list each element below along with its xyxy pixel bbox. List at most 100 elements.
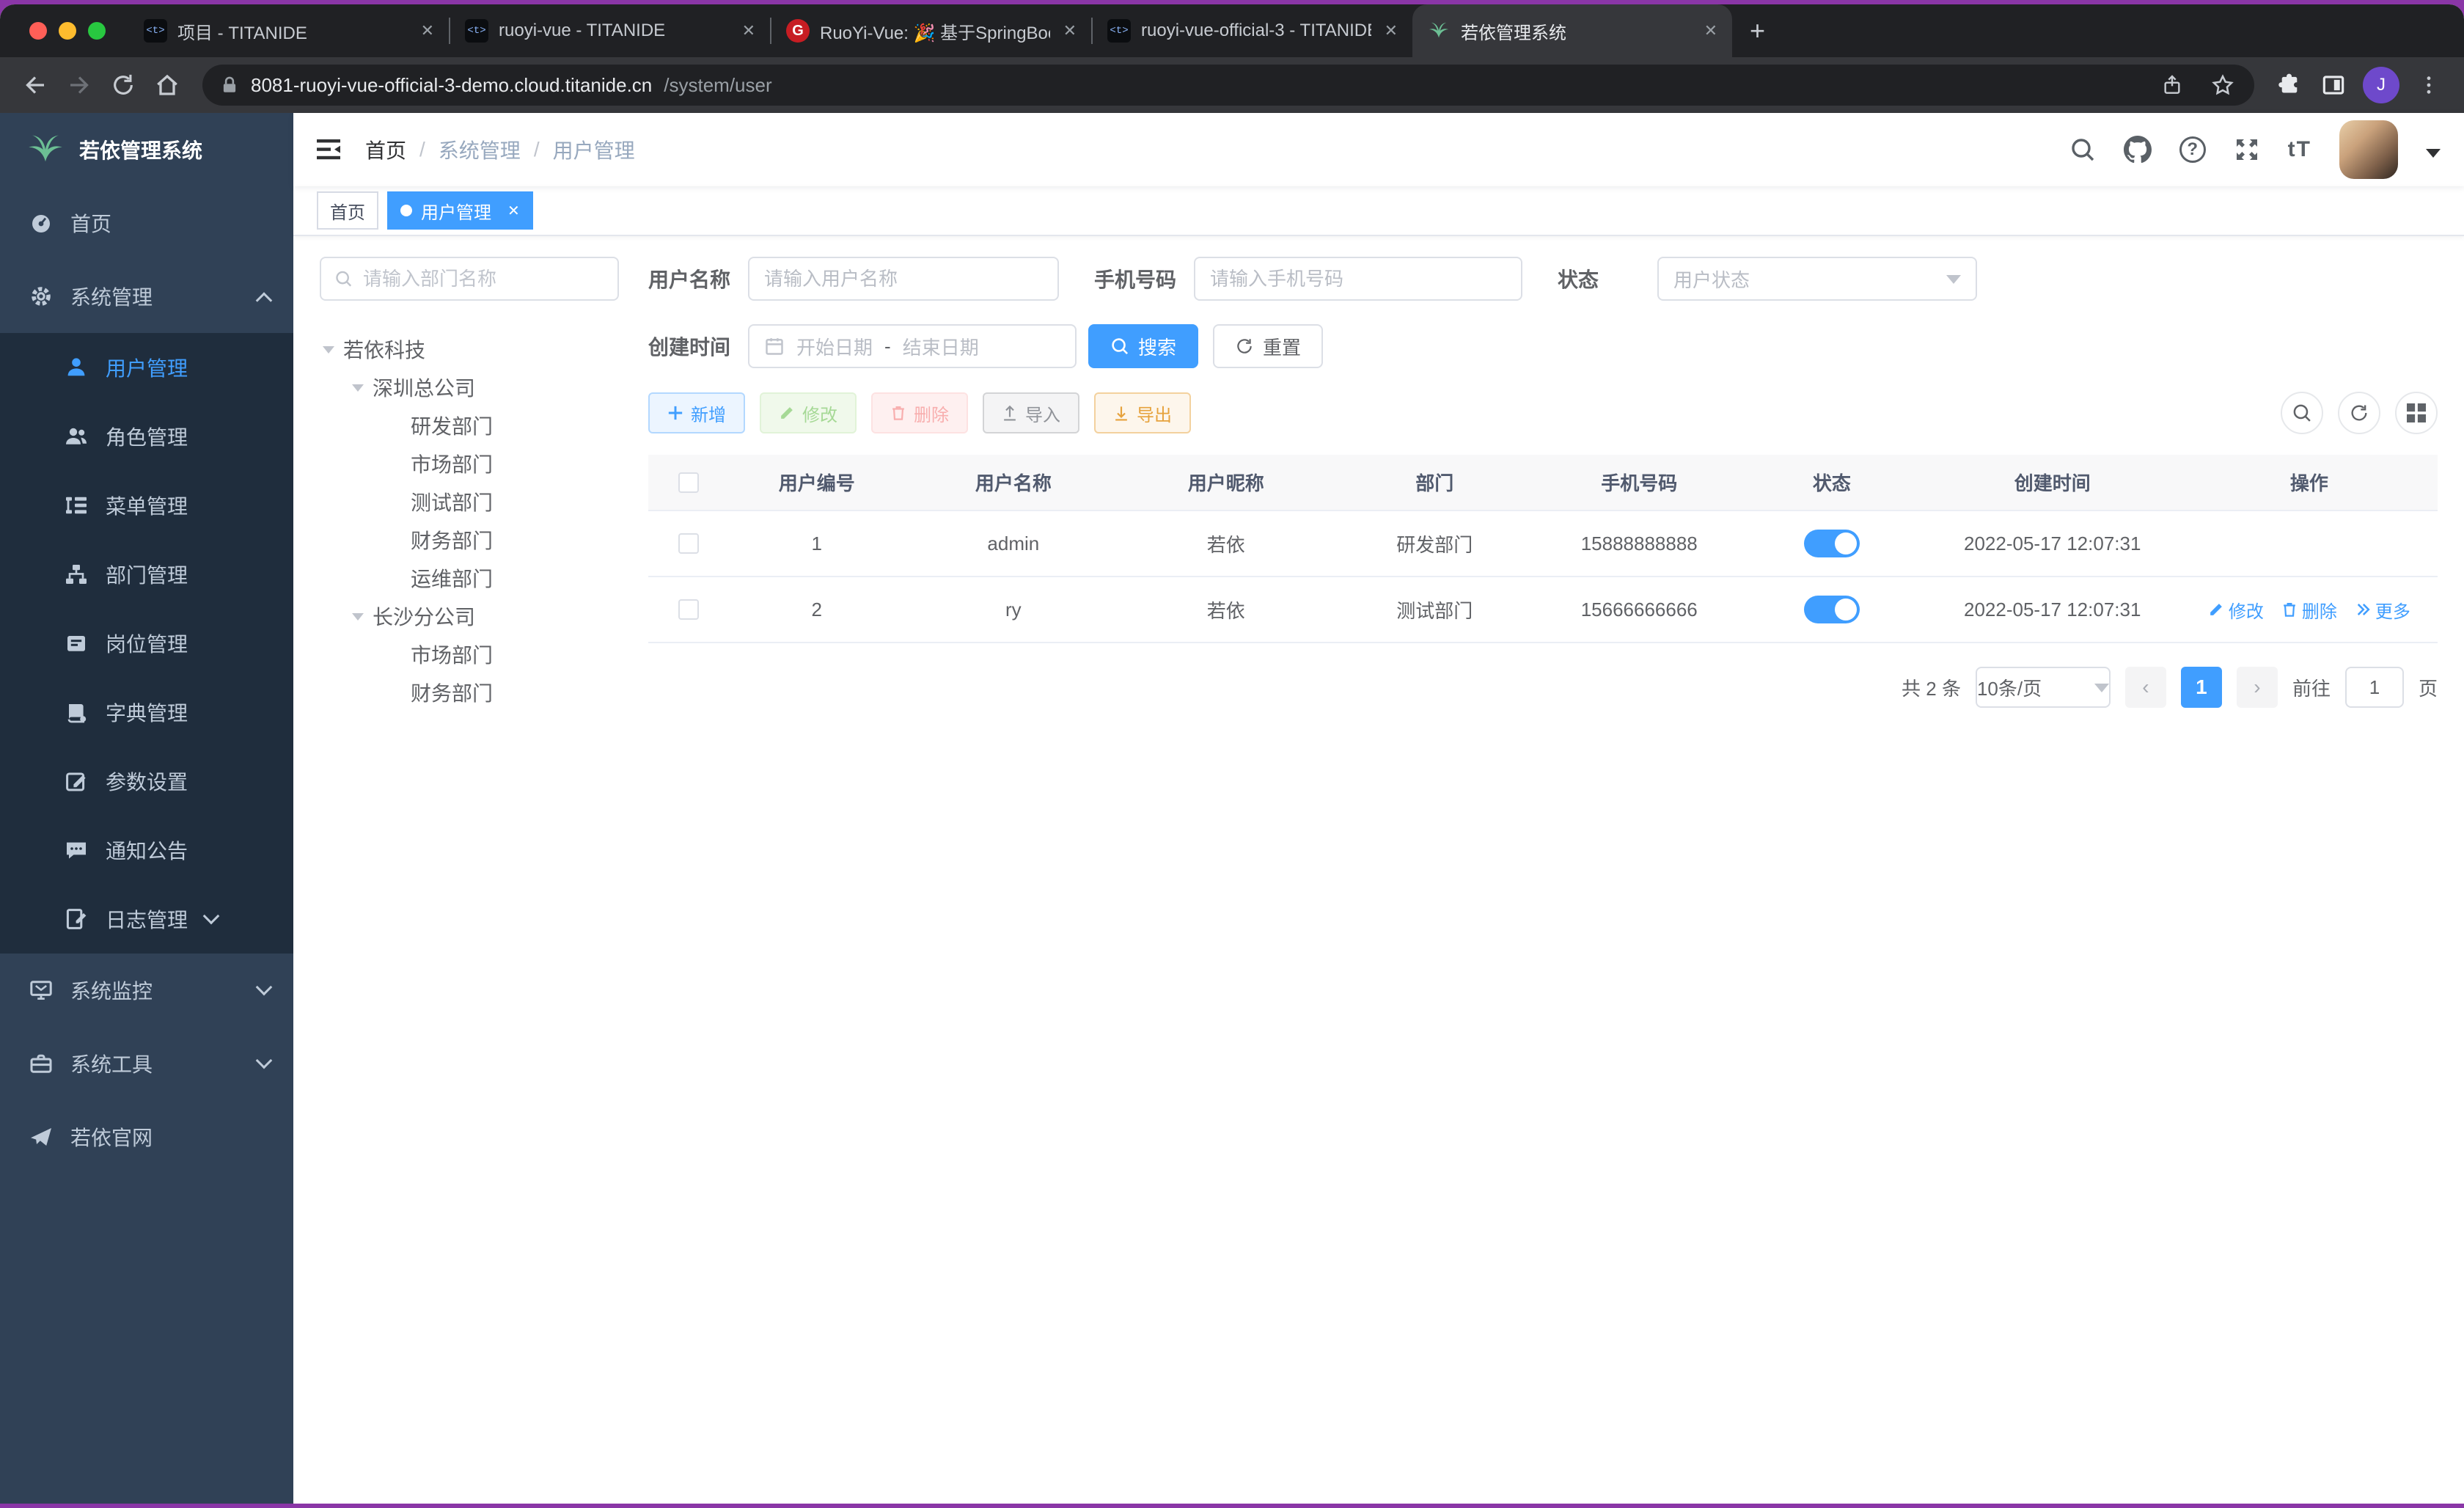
page-number-button[interactable]: 1 bbox=[2180, 667, 2222, 708]
column-settings-button[interactable] bbox=[2395, 392, 2438, 434]
tree-node-dept[interactable]: 市场部门 bbox=[320, 444, 619, 483]
show-search-toggle-button[interactable] bbox=[2281, 392, 2323, 434]
browser-tab-1[interactable]: <t> 项目 - TITANIDE ✕ bbox=[129, 4, 449, 57]
side-panel-icon[interactable] bbox=[2313, 65, 2354, 106]
username-input[interactable] bbox=[764, 267, 1044, 290]
caret-down-icon[interactable] bbox=[323, 346, 334, 359]
close-window-button[interactable] bbox=[29, 22, 47, 40]
sidebar-item-dict[interactable]: 字典管理 bbox=[0, 678, 293, 747]
help-icon[interactable]: ? bbox=[2179, 136, 2206, 163]
font-size-icon[interactable]: tT bbox=[2288, 137, 2311, 162]
table-row[interactable]: 1 admin 若依 研发部门 15888888888 2022-05-17 1… bbox=[648, 510, 2438, 577]
reset-button[interactable]: 重置 bbox=[1213, 324, 1324, 368]
sidebar-toggle-icon[interactable] bbox=[317, 139, 342, 161]
bookmark-star-icon[interactable] bbox=[2203, 73, 2243, 98]
maximize-window-button[interactable] bbox=[88, 22, 106, 40]
delete-button[interactable]: 删除 bbox=[871, 392, 968, 433]
search-button[interactable]: 搜索 bbox=[1088, 324, 1199, 368]
tree-node-dept[interactable]: 市场部门 bbox=[320, 635, 619, 673]
sidebar-item-monitor[interactable]: 系统监控 bbox=[0, 954, 293, 1027]
import-button[interactable]: 导入 bbox=[983, 392, 1079, 433]
sidebar-item-posts[interactable]: 岗位管理 bbox=[0, 609, 293, 678]
tab-close-icon[interactable]: ✕ bbox=[418, 21, 437, 40]
minimize-window-button[interactable] bbox=[59, 22, 76, 40]
tree-node-dept[interactable]: 测试部门 bbox=[320, 483, 619, 521]
user-avatar[interactable] bbox=[2339, 120, 2398, 179]
status-select[interactable]: 用户状态 bbox=[1657, 257, 1978, 301]
tree-node-dept[interactable]: 财务部门 bbox=[320, 521, 619, 559]
refresh-table-button[interactable] bbox=[2338, 392, 2380, 434]
tree-node-branch[interactable]: 深圳总公司 bbox=[320, 368, 619, 406]
next-page-button[interactable]: › bbox=[2236, 667, 2278, 708]
sidebar-item-home[interactable]: 首页 bbox=[0, 186, 293, 260]
tag-home[interactable]: 首页 bbox=[317, 191, 378, 230]
caret-down-icon[interactable] bbox=[352, 384, 364, 398]
tree-node-branch[interactable]: 长沙分公司 bbox=[320, 597, 619, 635]
dept-search-input[interactable] bbox=[363, 267, 604, 290]
date-range-picker[interactable]: 开始日期 - 结束日期 bbox=[748, 324, 1077, 368]
col-phone: 手机号码 bbox=[1539, 455, 1739, 510]
back-icon[interactable] bbox=[15, 65, 56, 106]
fullscreen-icon[interactable] bbox=[2234, 136, 2260, 163]
avatar-dropdown-caret-icon[interactable] bbox=[2426, 149, 2441, 165]
tree-node-dept[interactable]: 财务部门 bbox=[320, 673, 619, 711]
status-toggle[interactable] bbox=[1803, 530, 1860, 557]
tag-close-icon[interactable]: ✕ bbox=[507, 202, 520, 220]
edit-button[interactable]: 修改 bbox=[760, 392, 857, 433]
col-nickname: 用户昵称 bbox=[1121, 455, 1330, 510]
tab-close-icon[interactable]: ✕ bbox=[1060, 21, 1079, 40]
page-size-select[interactable]: 10条/页 bbox=[1975, 667, 2111, 708]
sidebar-item-roles[interactable]: 角色管理 bbox=[0, 402, 293, 471]
goto-page-input[interactable] bbox=[2344, 667, 2404, 708]
forward-icon[interactable] bbox=[59, 65, 100, 106]
share-icon[interactable] bbox=[2153, 73, 2191, 97]
tab-close-icon[interactable]: ✕ bbox=[1701, 21, 1720, 40]
sidebar-item-depts[interactable]: 部门管理 bbox=[0, 540, 293, 609]
home-icon[interactable] bbox=[147, 65, 188, 106]
tag-user-management[interactable]: 用户管理 ✕ bbox=[387, 191, 533, 230]
export-button[interactable]: 导出 bbox=[1094, 392, 1191, 433]
address-bar[interactable]: 8081-ruoyi-vue-official-3-demo.cloud.tit… bbox=[202, 65, 2254, 106]
prev-page-button[interactable]: ‹ bbox=[2124, 667, 2166, 708]
github-icon[interactable] bbox=[2123, 136, 2152, 164]
add-button[interactable]: 新增 bbox=[648, 392, 745, 433]
table-row[interactable]: 2 ry 若依 测试部门 15666666666 2022-05-17 12:0… bbox=[648, 577, 2438, 643]
browser-tab-4[interactable]: <t> ruoyi-vue-official-3 - TITANIDE ✕ bbox=[1093, 4, 1412, 57]
sidebar-item-notice[interactable]: 通知公告 bbox=[0, 816, 293, 885]
tab-close-icon[interactable]: ✕ bbox=[739, 21, 758, 40]
status-toggle[interactable] bbox=[1803, 596, 1860, 623]
extensions-puzzle-icon[interactable] bbox=[2269, 65, 2310, 106]
row-more-link[interactable]: 更多 bbox=[2355, 597, 2410, 623]
row-checkbox[interactable] bbox=[678, 599, 699, 620]
phone-input[interactable] bbox=[1210, 267, 1507, 290]
browser-tab-2[interactable]: <t> ruoyi-vue - TITANIDE ✕ bbox=[450, 4, 770, 57]
browser-tab-3[interactable]: G RuoYi-Vue: 🎉 基于SpringBoot, ✕ bbox=[771, 4, 1091, 57]
tree-node-dept[interactable]: 运维部门 bbox=[320, 559, 619, 597]
tree-node-label: 测试部门 bbox=[411, 491, 494, 514]
search-icon[interactable] bbox=[2069, 136, 2096, 163]
row-checkbox[interactable] bbox=[678, 533, 699, 554]
browser-profile-avatar[interactable]: J bbox=[2363, 67, 2399, 103]
sidebar-item-tools[interactable]: 系统工具 bbox=[0, 1027, 293, 1100]
tree-node-company[interactable]: 若依科技 bbox=[320, 330, 619, 368]
sidebar-item-system[interactable]: 系统管理 bbox=[0, 260, 293, 333]
caret-down-icon[interactable] bbox=[352, 613, 364, 626]
breadcrumb-item-home[interactable]: 首页 bbox=[365, 135, 406, 164]
new-tab-button[interactable]: + bbox=[1732, 15, 1783, 46]
reload-icon[interactable] bbox=[103, 65, 144, 106]
browser-tab-active[interactable]: 若依管理系统 ✕ bbox=[1412, 4, 1732, 57]
select-all-checkbox[interactable] bbox=[678, 472, 699, 493]
app-logo[interactable]: 若依管理系统 bbox=[0, 113, 293, 186]
sidebar-item-logs[interactable]: 日志管理 bbox=[0, 885, 293, 954]
sidebar-item-label: 若依官网 bbox=[70, 1127, 153, 1149]
row-delete-link[interactable]: 删除 bbox=[2281, 597, 2337, 623]
browser-menu-icon[interactable] bbox=[2408, 65, 2449, 106]
sidebar-item-users[interactable]: 用户管理 bbox=[0, 333, 293, 402]
row-edit-label: 修改 bbox=[2228, 601, 2264, 622]
sidebar-item-config[interactable]: 参数设置 bbox=[0, 747, 293, 816]
sidebar-item-menus[interactable]: 菜单管理 bbox=[0, 471, 293, 540]
row-edit-link[interactable]: 修改 bbox=[2208, 597, 2264, 623]
sidebar-item-official-site[interactable]: 若依官网 bbox=[0, 1100, 293, 1174]
tree-node-dept[interactable]: 研发部门 bbox=[320, 406, 619, 444]
tab-close-icon[interactable]: ✕ bbox=[1382, 21, 1401, 40]
